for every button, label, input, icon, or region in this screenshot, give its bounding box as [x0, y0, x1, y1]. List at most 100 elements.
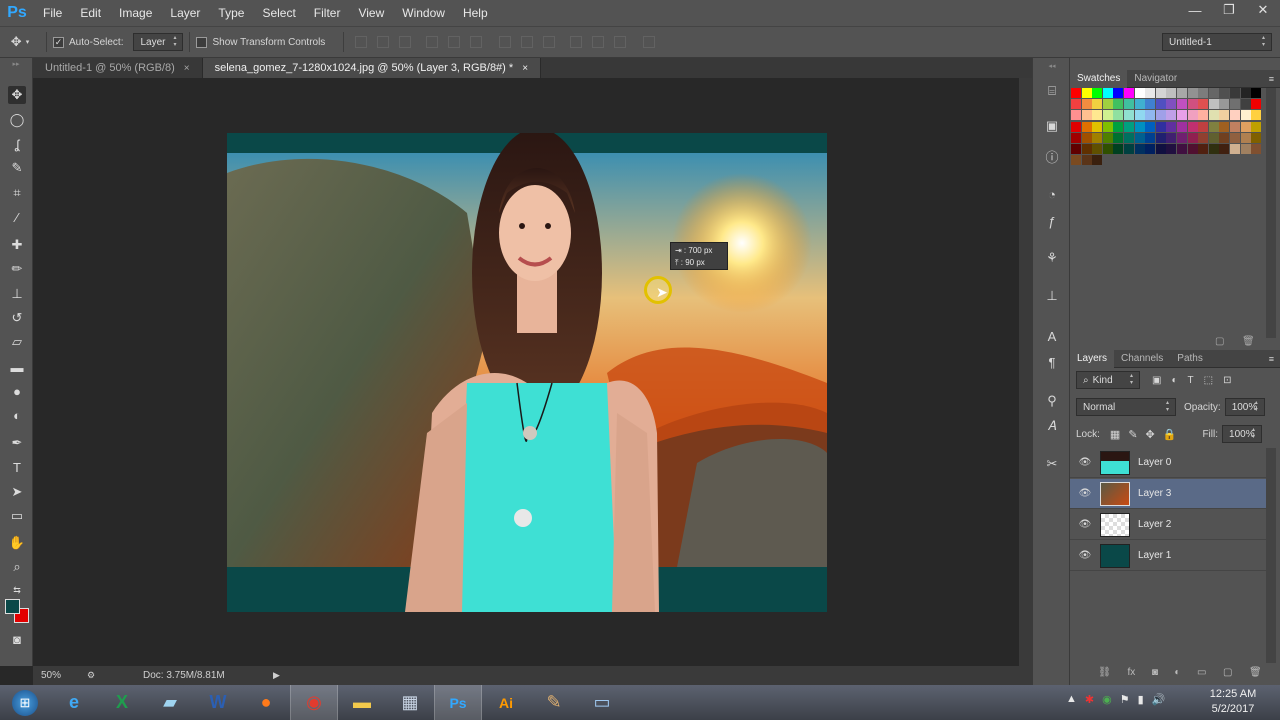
tab-channels[interactable]: Channels: [1114, 350, 1170, 368]
word-icon[interactable]: W: [194, 685, 242, 720]
color-swatch[interactable]: [1145, 144, 1156, 154]
document-canvas[interactable]: [227, 133, 827, 612]
restore-button[interactable]: ❐: [1212, 0, 1246, 20]
color-swatch[interactable]: [1092, 144, 1103, 154]
link-layers-icon[interactable]: ⛓: [1098, 667, 1111, 678]
move-tool-preset[interactable]: ✥ ▾: [0, 34, 40, 50]
marquee-tool-icon[interactable]: ◯: [8, 111, 26, 129]
tab-close-icon[interactable]: ×: [184, 63, 190, 74]
color-swatch[interactable]: [1155, 99, 1166, 110]
distribute-hcenter-icon[interactable]: [592, 36, 605, 48]
color-swatch[interactable]: [1177, 99, 1187, 110]
distribute-left-icon[interactable]: [570, 36, 583, 48]
color-swatch[interactable]: [1081, 155, 1092, 166]
color-swatch[interactable]: [1071, 99, 1081, 110]
panel-menu-icon[interactable]: ≡: [1269, 74, 1274, 84]
status-export-icon[interactable]: ⚙: [87, 670, 101, 681]
color-swatch[interactable]: [1208, 144, 1219, 154]
color-swatch[interactable]: [1198, 110, 1209, 121]
auto-select-checkbox[interactable]: ✓: [53, 36, 64, 48]
align-vcenter-icon[interactable]: [377, 36, 390, 48]
color-swatch[interactable]: [1240, 88, 1251, 98]
color-swatch[interactable]: [1155, 88, 1166, 98]
distribute-bottom-icon[interactable]: [543, 36, 556, 48]
layer-style-icon[interactable]: fx: [1128, 667, 1136, 678]
blur-tool-icon[interactable]: ●: [8, 382, 26, 400]
align-top-icon[interactable]: [355, 36, 368, 48]
color-swatch[interactable]: [1219, 88, 1230, 98]
color-swatch[interactable]: [1219, 110, 1230, 121]
color-swatch[interactable]: [1219, 144, 1230, 154]
pen-tool-icon[interactable]: ✒: [8, 434, 26, 452]
color-swatch[interactable]: [1208, 121, 1219, 132]
eye-icon[interactable]: 👁: [1070, 519, 1100, 530]
color-swatch[interactable]: [1198, 144, 1209, 154]
clone-source-icon[interactable]: ⊥: [1044, 288, 1060, 304]
color-swatch[interactable]: [1102, 99, 1113, 110]
clock[interactable]: 12:25 AM 5/2/2017: [1198, 687, 1268, 717]
history-brush-tool-icon[interactable]: ↺: [8, 309, 26, 327]
color-swatch[interactable]: [1134, 88, 1145, 98]
color-swatch[interactable]: [1251, 132, 1262, 143]
photoshop-taskbar-icon[interactable]: Ps: [434, 685, 482, 720]
color-swatch[interactable]: [1102, 121, 1113, 132]
color-swatch[interactable]: [1240, 144, 1251, 154]
tray-network-icon[interactable]: ▮: [1138, 693, 1144, 706]
tab-selena[interactable]: selena_gomez_7-1280x1024.jpg @ 50% (Laye…: [202, 58, 542, 78]
tab-layers[interactable]: Layers: [1070, 349, 1115, 368]
color-swatch[interactable]: [1081, 110, 1092, 121]
color-swatch[interactable]: [1071, 144, 1081, 154]
color-swatch[interactable]: [1240, 132, 1251, 143]
workspace-dropdown[interactable]: Untitled-1: [1162, 33, 1272, 51]
foreground-color-swatch[interactable]: [5, 599, 20, 614]
color-swatch[interactable]: [1219, 132, 1230, 143]
tray-chrome-icon[interactable]: ◉: [1102, 693, 1112, 706]
move-tool-icon[interactable]: ✥: [8, 86, 26, 104]
color-swatch[interactable]: [1219, 99, 1230, 110]
color-swatch[interactable]: [1166, 132, 1177, 143]
color-swatch[interactable]: [1166, 121, 1177, 132]
color-swatch[interactable]: [1166, 99, 1177, 110]
layers-scrollbar[interactable]: [1266, 448, 1276, 663]
adjustment-layer-icon[interactable]: ◐: [1174, 667, 1180, 678]
illustrator-icon[interactable]: Ai: [482, 685, 530, 720]
menu-image[interactable]: Image: [110, 0, 161, 26]
tray-flag-icon[interactable]: ⚑: [1120, 693, 1130, 706]
filter-adjustment-icon[interactable]: ◐: [1171, 375, 1177, 386]
eye-icon[interactable]: 👁: [1070, 488, 1100, 499]
swap-colors-icon[interactable]: ⇆: [8, 581, 26, 599]
color-swatch[interactable]: [1092, 99, 1103, 110]
styles-icon[interactable]: ƒ: [1044, 213, 1060, 229]
dock-collapse-icon[interactable]: ◂◂: [1044, 58, 1060, 74]
color-swatch[interactable]: [1145, 121, 1156, 132]
color-swatch[interactable]: [1071, 88, 1081, 98]
color-swatch[interactable]: [1230, 88, 1240, 98]
color-swatch[interactable]: [1166, 110, 1177, 121]
color-swatch[interactable]: [1092, 155, 1103, 166]
color-swatch[interactable]: [1124, 121, 1134, 132]
color-swatch[interactable]: [1251, 88, 1262, 98]
type-tool-icon[interactable]: T: [8, 458, 26, 476]
start-button[interactable]: ⊞: [0, 685, 50, 720]
healing-brush-tool-icon[interactable]: ✚: [8, 236, 26, 254]
tray-expand-icon[interactable]: ▲: [1066, 693, 1077, 706]
eye-icon[interactable]: 👁: [1070, 457, 1100, 468]
color-swatch[interactable]: [1134, 144, 1145, 154]
distribute-right-icon[interactable]: [614, 36, 627, 48]
color-swatch[interactable]: [1187, 110, 1198, 121]
layer-row-layer-3[interactable]: 👁 Layer 3: [1070, 479, 1266, 509]
color-swatch[interactable]: [1134, 132, 1145, 143]
color-swatch[interactable]: [1071, 110, 1081, 121]
layer-row-layer-1[interactable]: 👁 Layer 1: [1070, 541, 1266, 571]
layers-panel-menu-icon[interactable]: ≡: [1269, 354, 1274, 364]
brush-presets-icon[interactable]: ⚘: [1044, 250, 1060, 266]
color-swatch[interactable]: [1177, 144, 1187, 154]
crop-tool-icon[interactable]: ⌗: [8, 184, 26, 202]
tools-preset-icon[interactable]: ✂: [1044, 456, 1060, 472]
brush-tool-icon[interactable]: ✏: [8, 260, 26, 278]
color-swatch[interactable]: [1092, 88, 1103, 98]
blend-mode-dropdown[interactable]: Normal: [1076, 398, 1176, 416]
color-swatch[interactable]: [1230, 110, 1240, 121]
eraser-tool-icon[interactable]: ▱: [8, 333, 26, 351]
lock-position-icon[interactable]: ✥: [1146, 428, 1155, 441]
